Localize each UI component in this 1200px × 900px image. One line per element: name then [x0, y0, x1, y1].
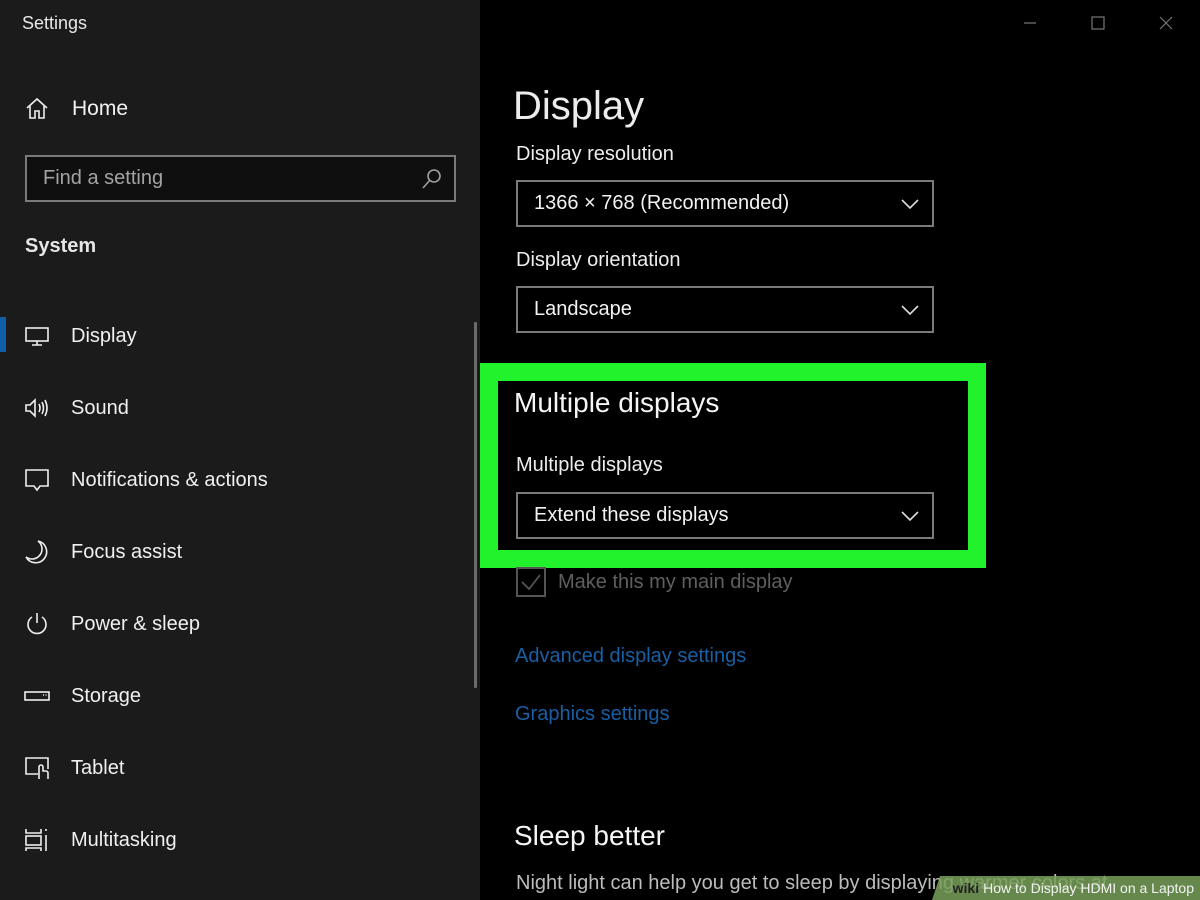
multiple-displays-label: Multiple displays — [516, 454, 663, 476]
sidebar-item-label: Sound — [71, 396, 129, 419]
search-box[interactable] — [25, 155, 456, 202]
maximize-icon — [1091, 16, 1105, 30]
main-display-checkbox-row[interactable]: Make this my main display — [516, 567, 793, 597]
notification-icon — [24, 467, 50, 493]
watermark-brand: wiki — [952, 880, 980, 896]
sidebar-item-focus-assist[interactable]: Focus assist — [0, 516, 470, 588]
window-controls — [996, 0, 1200, 46]
minimize-button[interactable] — [996, 0, 1064, 46]
sidebar-item-power-sleep[interactable]: Power & sleep — [0, 588, 470, 660]
sidebar-nav: Display Sound Notifications & actions Fo… — [0, 300, 470, 876]
storage-icon — [24, 683, 50, 709]
sidebar-item-label: Multitasking — [71, 828, 177, 851]
chevron-down-icon — [900, 194, 920, 214]
sleep-better-heading: Sleep better — [514, 820, 665, 851]
home-icon — [24, 96, 50, 122]
close-button[interactable] — [1132, 0, 1200, 46]
maximize-button[interactable] — [1064, 0, 1132, 46]
monitor-icon — [24, 323, 50, 349]
main-content: Display Display resolution 1366 × 768 (R… — [480, 0, 1200, 900]
search-icon[interactable] — [420, 167, 444, 191]
page-title: Display — [513, 84, 645, 128]
orientation-dropdown[interactable]: Landscape — [516, 286, 934, 333]
watermark: wiki How to Display HDMI on a Laptop — [932, 876, 1200, 900]
app-title: Settings — [22, 13, 88, 33]
sidebar-item-sound[interactable]: Sound — [0, 372, 470, 444]
multiple-displays-value: Extend these displays — [534, 504, 729, 526]
main-display-checkbox-label: Make this my main display — [558, 570, 793, 593]
sidebar-item-label: Display — [71, 324, 137, 347]
main-display-checkbox[interactable] — [516, 567, 546, 597]
orientation-value: Landscape — [534, 298, 632, 320]
sidebar-item-label: Focus assist — [71, 540, 183, 563]
orientation-label: Display orientation — [516, 249, 681, 271]
sidebar-scrollbar[interactable] — [474, 322, 477, 688]
tablet-icon — [24, 755, 50, 781]
power-icon — [24, 611, 50, 637]
resolution-value: 1366 × 768 (Recommended) — [534, 192, 790, 214]
selected-indicator — [0, 317, 6, 352]
sidebar-item-display[interactable]: Display — [0, 300, 470, 372]
resolution-dropdown[interactable]: 1366 × 768 (Recommended) — [516, 180, 934, 227]
multiple-displays-dropdown[interactable]: Extend these displays — [516, 492, 934, 539]
advanced-display-settings-link[interactable]: Advanced display settings — [515, 645, 746, 668]
sidebar-item-label: Notifications & actions — [71, 468, 268, 491]
moon-icon — [24, 539, 50, 565]
minimize-icon — [1024, 22, 1036, 24]
home-label: Home — [72, 97, 129, 120]
resolution-label: Display resolution — [516, 143, 674, 165]
sidebar-item-storage[interactable]: Storage — [0, 660, 470, 732]
multiple-displays-heading: Multiple displays — [514, 387, 720, 418]
sidebar-item-multitasking[interactable]: Multitasking — [0, 804, 470, 876]
sidebar: Settings Home System Display — [0, 0, 480, 900]
watermark-text: How to Display HDMI on a Laptop — [983, 880, 1194, 896]
section-label-system: System — [25, 235, 97, 257]
sidebar-item-label: Tablet — [71, 756, 125, 779]
home-button[interactable]: Home — [24, 92, 128, 126]
sidebar-item-label: Power & sleep — [71, 612, 200, 635]
checkmark-icon — [521, 574, 541, 591]
sidebar-item-tablet[interactable]: Tablet — [0, 732, 470, 804]
sidebar-item-label: Storage — [71, 684, 142, 707]
sidebar-item-notifications[interactable]: Notifications & actions — [0, 444, 470, 516]
search-input[interactable] — [43, 167, 420, 190]
graphics-settings-link[interactable]: Graphics settings — [515, 703, 670, 726]
chevron-down-icon — [900, 506, 920, 526]
chevron-down-icon — [900, 300, 920, 320]
multitasking-icon — [24, 827, 50, 853]
speaker-icon — [24, 395, 50, 421]
close-icon — [1159, 16, 1173, 30]
